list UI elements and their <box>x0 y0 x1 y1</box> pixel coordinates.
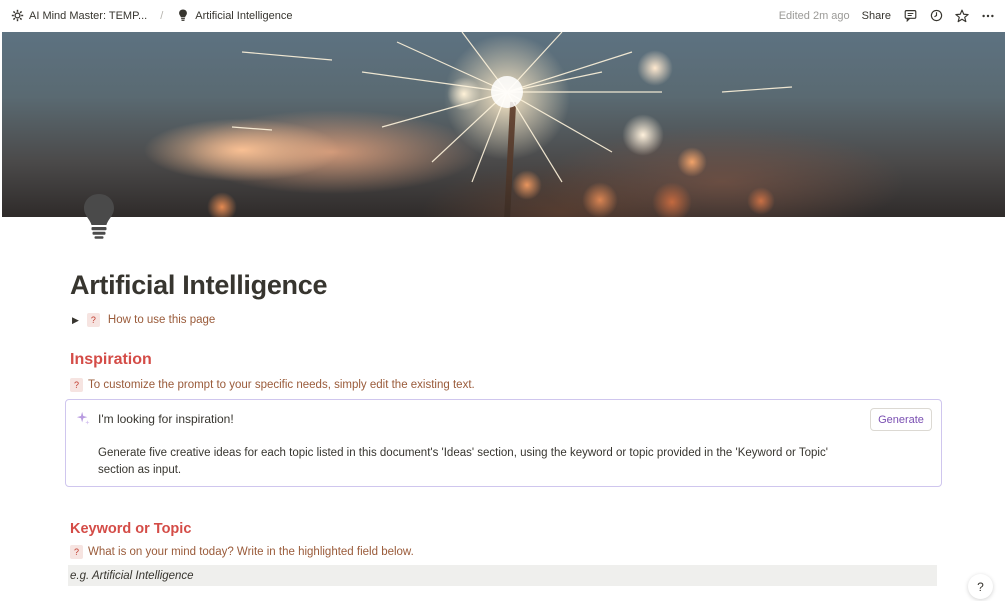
toggle-label: How to use this page <box>107 314 216 326</box>
clock-icon[interactable] <box>929 9 943 23</box>
cover-image <box>2 32 1005 217</box>
ai-prompt-block[interactable]: I'm looking for inspiration! Generate fi… <box>65 399 942 487</box>
breadcrumb-workspace[interactable]: AI Mind Master: TEMP... <box>29 10 147 22</box>
gear-icon <box>10 9 24 23</box>
ai-block-title[interactable]: I'm looking for inspiration! <box>98 412 234 426</box>
breadcrumb-separator: / <box>160 9 164 22</box>
inspiration-hint: ? To customize the prompt to your specif… <box>70 378 475 392</box>
star-icon[interactable] <box>955 9 969 23</box>
breadcrumb-page[interactable]: Artificial Intelligence <box>195 10 292 22</box>
keyword-hint: ? What is on your mind today? Write in t… <box>70 545 414 559</box>
comment-icon[interactable] <box>903 9 917 23</box>
sparkle-icon <box>76 411 90 425</box>
edited-status: Edited 2m ago <box>778 9 850 22</box>
inspiration-heading: Inspiration <box>70 351 152 368</box>
question-badge: ? <box>70 378 83 392</box>
page-title[interactable]: Artificial Intelligence <box>70 270 327 301</box>
generate-button[interactable]: Generate <box>870 408 932 431</box>
topbar-actions: Edited 2m ago Share <box>779 9 995 23</box>
more-icon[interactable] <box>981 9 995 23</box>
sparks <box>231 32 793 183</box>
breadcrumb: AI Mind Master: TEMP... / Artificial Int… <box>10 9 292 23</box>
keyword-input-field[interactable]: e.g. Artificial Intelligence <box>68 565 937 586</box>
ai-block-prompt[interactable]: Generate five creative ideas for each to… <box>98 445 858 479</box>
topbar: AI Mind Master: TEMP... / Artificial Int… <box>0 0 1005 31</box>
keyword-heading: Keyword or Topic <box>70 521 192 537</box>
toggle-how-to-use[interactable]: ▶ ? How to use this page <box>72 313 215 327</box>
share-button[interactable]: Share <box>862 10 891 22</box>
question-badge: ? <box>86 313 100 327</box>
toggle-triangle-icon[interactable]: ▶ <box>72 315 79 326</box>
keyword-hint-text: What is on your mind today? Write in the… <box>88 546 414 558</box>
lightbulb-icon <box>176 9 190 23</box>
lightbulb-icon[interactable] <box>82 192 116 240</box>
help-button[interactable]: ? <box>968 574 993 599</box>
inspiration-hint-text: To customize the prompt to your specific… <box>88 379 475 391</box>
question-badge: ? <box>70 545 83 559</box>
